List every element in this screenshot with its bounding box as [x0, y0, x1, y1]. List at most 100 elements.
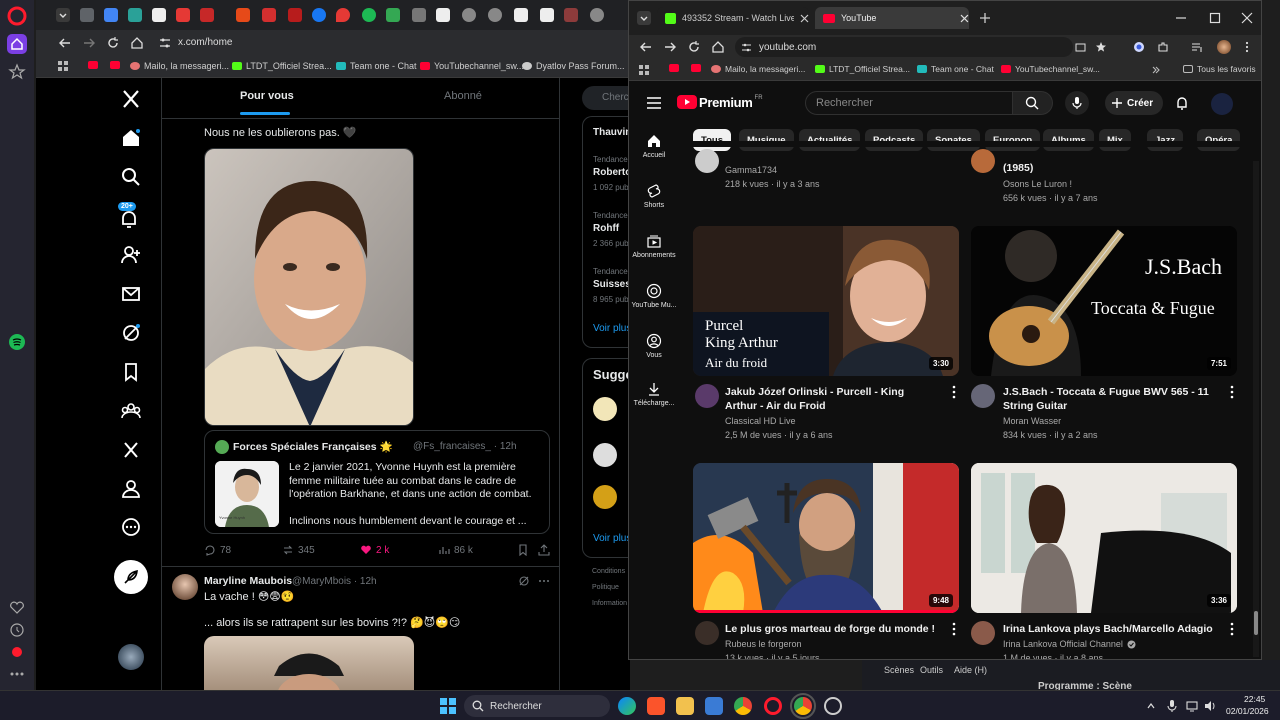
- profile-icon[interactable]: [120, 478, 142, 500]
- facebook-icon[interactable]: [312, 8, 326, 22]
- address-bar[interactable]: youtube.com: [735, 37, 1106, 57]
- trend-name[interactable]: Thauvin: [593, 127, 631, 138]
- tray-chevron-up-icon[interactable]: [1146, 701, 1156, 711]
- chrome-active-icon[interactable]: [790, 693, 816, 719]
- chip-sonates[interactable]: Sonates: [927, 129, 980, 151]
- tab-favicon[interactable]: [488, 8, 502, 22]
- chip-mix[interactable]: Mix: [1099, 129, 1131, 151]
- browser-menu-icon[interactable]: [1241, 41, 1253, 53]
- tab-favicon[interactable]: [262, 8, 276, 22]
- windows-start-icon[interactable]: [440, 698, 456, 714]
- media-controls-icon[interactable]: [1191, 41, 1203, 53]
- home-icon[interactable]: [130, 36, 144, 50]
- chip-europop[interactable]: Europop: [985, 129, 1041, 151]
- home-icon[interactable]: [711, 40, 725, 54]
- chip-jazz[interactable]: Jazz: [1147, 129, 1184, 151]
- profile-avatar[interactable]: [1217, 40, 1231, 54]
- chip-musique[interactable]: Musique: [739, 129, 794, 151]
- like-button[interactable]: 2 k: [360, 544, 389, 556]
- chip-podcasts[interactable]: Podcasts: [865, 129, 924, 151]
- cast-icon[interactable]: [1075, 42, 1086, 53]
- x-search-input[interactable]: Cherc: [582, 86, 630, 110]
- edge-icon[interactable]: [618, 697, 636, 715]
- history-icon[interactable]: [7, 620, 27, 640]
- more-options-icon[interactable]: [538, 575, 550, 587]
- search-icon[interactable]: [120, 166, 142, 188]
- see-more-link[interactable]: Voir plus: [593, 533, 631, 544]
- video-menu-icon[interactable]: [1227, 622, 1237, 636]
- bookmark-youtube[interactable]: [691, 64, 701, 72]
- more-icon[interactable]: [7, 664, 27, 684]
- tab-favicon[interactable]: [200, 8, 214, 22]
- bookmark-youtube[interactable]: [669, 64, 679, 72]
- tab-following[interactable]: Abonné: [444, 90, 482, 102]
- close-window-icon[interactable]: [1241, 12, 1253, 24]
- trend-name[interactable]: Roberto: [593, 167, 631, 178]
- premium-x-icon[interactable]: [120, 439, 142, 461]
- communities-icon[interactable]: [120, 400, 142, 422]
- new-tab-icon[interactable]: [979, 12, 991, 24]
- sidebar-downloads[interactable]: Télécharge...: [629, 381, 679, 407]
- reply-button[interactable]: 78: [204, 544, 231, 556]
- tab-favicon[interactable]: [104, 8, 118, 22]
- wikipedia-icon[interactable]: [436, 8, 450, 22]
- chip-actualites[interactable]: Actualités: [799, 129, 861, 151]
- video-menu-icon[interactable]: [1227, 385, 1237, 399]
- all-bookmarks[interactable]: Tous les favoris: [1183, 64, 1256, 74]
- video-channel[interactable]: Osons Le Luron !: [1003, 177, 1072, 191]
- channel-avatar[interactable]: [971, 149, 995, 173]
- post-image[interactable]: [204, 636, 414, 696]
- sidebar-you[interactable]: Vous: [629, 333, 679, 359]
- scrollbar-thumb[interactable]: [1254, 611, 1258, 635]
- quoted-post[interactable]: Forces Spéciales Françaises 🌟 @Fs_franca…: [204, 430, 550, 534]
- bookmark-icon[interactable]: [517, 544, 529, 556]
- video-menu-icon[interactable]: [949, 622, 959, 636]
- close-tab-icon[interactable]: [800, 14, 809, 23]
- tab-favicon[interactable]: [590, 8, 604, 22]
- file-explorer-icon[interactable]: [676, 697, 694, 715]
- clock-date[interactable]: 02/01/2026: [1226, 706, 1269, 716]
- obs-icon[interactable]: [824, 697, 842, 715]
- microphone-icon[interactable]: [1166, 699, 1178, 713]
- video-thumbnail[interactable]: J.S.Bach Toccata & Fugue 7:51: [971, 226, 1237, 376]
- suggestion-avatar[interactable]: [593, 397, 617, 421]
- video-channel[interactable]: Rubeus le forgeron: [725, 637, 802, 651]
- channel-avatar[interactable]: [971, 621, 995, 645]
- tab-for-you[interactable]: Pour vous: [240, 90, 294, 102]
- tab-favicon[interactable]: [564, 8, 578, 22]
- bookmark-youtube[interactable]: [110, 61, 120, 69]
- bookmark-youtubechannel[interactable]: YouTubechannel_sw...: [420, 61, 524, 71]
- tab-youtube[interactable]: YouTube: [815, 7, 969, 29]
- user-avatar[interactable]: [118, 644, 144, 670]
- chrome-icon[interactable]: [734, 697, 752, 715]
- tab-kick-stream[interactable]: 493352 Stream - Watch Live on: [657, 7, 809, 29]
- sidebar-subscriptions[interactable]: Abonnements: [629, 233, 679, 259]
- close-tab-icon[interactable]: [960, 14, 969, 23]
- grok-icon[interactable]: [120, 322, 142, 344]
- star-icon[interactable]: [7, 62, 27, 82]
- chip-tous[interactable]: Tous: [693, 129, 731, 151]
- star-filled-icon[interactable]: [1095, 41, 1107, 53]
- chip-opera[interactable]: Opéra: [1197, 129, 1241, 151]
- opera-icon[interactable]: [764, 697, 782, 715]
- forward-arrow-icon[interactable]: [663, 40, 677, 54]
- views-button[interactable]: 86 k: [438, 544, 473, 556]
- tab-favicon[interactable]: [176, 8, 190, 22]
- grok-icon[interactable]: [518, 575, 530, 587]
- chip-albums[interactable]: Albums: [1043, 129, 1094, 151]
- bookmark-icon[interactable]: [120, 361, 142, 383]
- bookmark-team-one[interactable]: Team one - Chat: [336, 61, 417, 71]
- wikipedia-icon[interactable]: [540, 8, 554, 22]
- back-url[interactable]: x.com/home: [178, 37, 232, 48]
- bookmark-kick[interactable]: LTDT_Officiel Strea...: [815, 64, 910, 74]
- extensions-puzzle-icon[interactable]: [1157, 41, 1169, 53]
- opera-gx-icon[interactable]: [7, 642, 27, 662]
- suggestion-avatar[interactable]: [593, 443, 617, 467]
- channel-avatar[interactable]: [695, 384, 719, 408]
- spotify-icon[interactable]: [7, 332, 27, 352]
- spotify-icon[interactable]: [362, 8, 376, 22]
- scrollbar-track[interactable]: [1253, 161, 1259, 657]
- bookmark-kick[interactable]: LTDT_Officiel Strea...: [232, 61, 332, 71]
- bookmark-team-one[interactable]: Team one - Chat: [917, 64, 994, 74]
- chevron-right-icon[interactable]: [1151, 65, 1161, 75]
